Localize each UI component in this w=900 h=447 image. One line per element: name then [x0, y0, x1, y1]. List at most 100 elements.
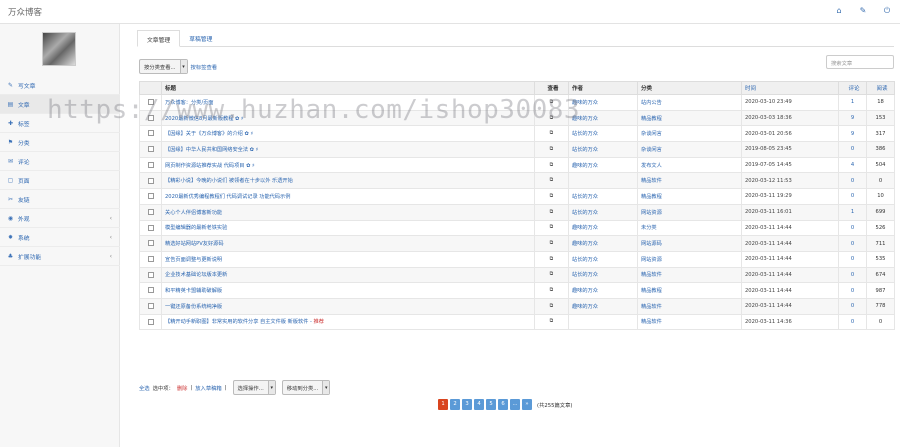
search-input[interactable]: 搜索文章 [826, 55, 894, 69]
article-category[interactable]: 杂谈闲言 [637, 141, 742, 158]
article-title-text[interactable]: 网页制作资源站推荐实战 代码项目 ✿ ♯ [165, 163, 255, 169]
article-comments[interactable]: 0 [838, 188, 867, 205]
category-filter-select[interactable]: 按分类查看... ▾ [139, 59, 188, 74]
sidebar-item[interactable]: ✂ 友链 [0, 190, 120, 209]
article-comments[interactable]: 0 [838, 141, 867, 158]
article-title-text[interactable]: 模型编辑器的最新老铁实验 [165, 225, 227, 231]
view-icon[interactable]: ⧉ [534, 156, 569, 174]
article-title-text[interactable]: 关心个人伴侣博客新功能 [165, 210, 222, 216]
article-category[interactable]: 精品软件 [637, 297, 742, 315]
view-icon[interactable]: ⧉ [534, 203, 569, 221]
header-reads[interactable]: 阅读 [866, 81, 895, 95]
article-title[interactable]: 和平精英卡盟辅助破解版 [161, 282, 535, 299]
row-checkbox[interactable] [147, 318, 154, 325]
row-checkbox[interactable] [147, 208, 154, 215]
article-category[interactable]: 精品教程 [637, 188, 742, 205]
row-checkbox[interactable] [147, 130, 154, 137]
avatar[interactable] [42, 32, 76, 66]
row-checkbox[interactable] [147, 240, 154, 247]
tab-articles[interactable]: 文章管理 [137, 30, 181, 47]
page-button[interactable]: ... [510, 399, 520, 410]
view-icon[interactable]: ⧉ [534, 219, 569, 237]
article-title[interactable]: 【精彩小说】今晚的小说们 被领者在十步以外 乐透开始 [161, 172, 535, 190]
page-button[interactable]: 1 [438, 399, 448, 410]
header-comments[interactable]: 评论 [838, 81, 867, 95]
filter-by-tag-link[interactable]: 按标签查看 [191, 63, 218, 71]
article-title[interactable]: 【因缘】关于《万众博客》的介绍 ✿ ♯ [161, 125, 535, 143]
view-icon[interactable]: ⧉ [534, 266, 569, 284]
article-title[interactable]: 宣告页面调整与更新说明 [161, 250, 535, 268]
article-author[interactable]: 趣味的万众 [568, 156, 638, 174]
sidebar-item[interactable]: ◉ 外观 ‹ [0, 209, 120, 228]
article-title-text[interactable]: 【精开动手新职图】非常实用的软件分享 自主文件版 新版软件 - [165, 319, 314, 325]
row-checkbox[interactable] [147, 146, 154, 153]
article-author[interactable]: 站长的万众 [568, 250, 638, 268]
article-comments[interactable]: 0 [838, 297, 867, 315]
article-title[interactable]: 模型编辑器的最新老铁实验 [161, 219, 535, 237]
article-title[interactable]: 2020最新优秀编程教程们 代码调试记录 功能代码示例 [161, 188, 535, 205]
article-title[interactable]: 网页制作资源站推荐实战 代码项目 ✿ ♯ [161, 156, 535, 174]
article-title-text[interactable]: 【精彩小说】今晚的小说们 被领者在十步以外 乐透开始 [165, 178, 293, 184]
row-checkbox[interactable] [147, 287, 154, 294]
page-button[interactable]: 6 [498, 399, 508, 410]
article-comments[interactable]: 0 [838, 219, 867, 237]
page-button[interactable]: 5 [486, 399, 496, 410]
article-comments[interactable]: 9 [838, 109, 867, 127]
view-icon[interactable]: ⧉ [534, 125, 569, 143]
page-button[interactable]: 4 [474, 399, 484, 410]
article-category[interactable]: 精品软件 [637, 172, 742, 190]
sidebar-item[interactable]: ⚑ 分类 [0, 133, 120, 152]
move-to-drafts-link[interactable]: 放入草稿箱 [195, 384, 222, 392]
article-author[interactable]: 趣味的万众 [568, 282, 638, 299]
article-author[interactable]: 趣味的万众 [568, 297, 638, 315]
article-comments[interactable]: 0 [838, 172, 867, 190]
article-category[interactable]: 站内公告 [637, 94, 742, 111]
article-author[interactable]: 站长的万众 [568, 266, 638, 284]
article-title-text[interactable]: 【因缘】关于《万众博客》的介绍 ✿ ♯ [165, 131, 253, 137]
article-author[interactable]: 站长的万众 [568, 188, 638, 205]
article-comments[interactable]: 0 [838, 282, 867, 299]
article-title-text[interactable]: 宣告页面调整与更新说明 [165, 257, 222, 263]
article-comments[interactable]: 0 [838, 235, 867, 252]
article-category[interactable]: 精品教程 [637, 109, 742, 127]
article-comments[interactable]: 1 [838, 203, 867, 221]
tab-drafts[interactable]: 草稿管理 [180, 30, 221, 46]
view-icon[interactable]: ⧉ [534, 141, 569, 158]
article-comments[interactable]: 9 [838, 125, 867, 143]
view-icon[interactable]: ⧉ [534, 235, 569, 252]
article-title-text[interactable]: 一键还原备份系统纯净版 [165, 304, 222, 310]
sidebar-item[interactable]: ✎ 写文章 [0, 76, 120, 95]
header-time[interactable]: 时间 [741, 81, 839, 95]
article-author[interactable]: 站长的万众 [568, 203, 638, 221]
select-all-link[interactable]: 全选 [139, 384, 150, 392]
wrench-icon[interactable]: ✎ [858, 6, 868, 16]
article-author[interactable]: 站长的万众 [568, 125, 638, 143]
sidebar-item[interactable]: ✉ 评论 [0, 152, 120, 171]
row-checkbox[interactable] [147, 271, 154, 278]
move-category-select[interactable]: 移动到分类... ▾ [281, 380, 331, 395]
article-category[interactable]: 网站资源 [637, 250, 742, 268]
article-title-text[interactable]: 企业技术基础论坛版本更新 [165, 272, 227, 278]
row-checkbox[interactable] [147, 224, 154, 231]
sidebar-item[interactable]: ▢ 页面 [0, 171, 120, 190]
article-category[interactable]: 杂谈闲言 [637, 125, 742, 143]
article-title[interactable]: 企业技术基础论坛版本更新 [161, 266, 535, 284]
view-icon[interactable]: ⧉ [534, 282, 569, 299]
article-author[interactable]: 趣味的万众 [568, 219, 638, 237]
article-category[interactable]: 精品教程 [637, 282, 742, 299]
article-category[interactable]: 未分类 [637, 219, 742, 237]
article-title[interactable]: 关心个人伴侣博客新功能 [161, 203, 535, 221]
article-title[interactable]: 一键还原备份系统纯净版 [161, 297, 535, 315]
article-comments[interactable]: 0 [838, 250, 867, 268]
row-checkbox[interactable] [147, 255, 154, 262]
article-category[interactable]: 精品软件 [637, 313, 742, 331]
power-icon[interactable]: ⏻ [882, 6, 892, 16]
article-author[interactable] [568, 172, 638, 190]
article-comments[interactable]: 0 [838, 313, 867, 331]
article-category[interactable]: 发布文人 [637, 156, 742, 174]
sidebar-item[interactable]: ♣ 扩展功能 ‹ [0, 247, 120, 266]
article-comments[interactable]: 0 [838, 266, 867, 284]
row-checkbox[interactable] [147, 177, 154, 184]
article-title[interactable]: 【因缘】中华人民共和国网络安全法 ✿ ♯ [161, 141, 535, 158]
article-comments[interactable]: 4 [838, 156, 867, 174]
